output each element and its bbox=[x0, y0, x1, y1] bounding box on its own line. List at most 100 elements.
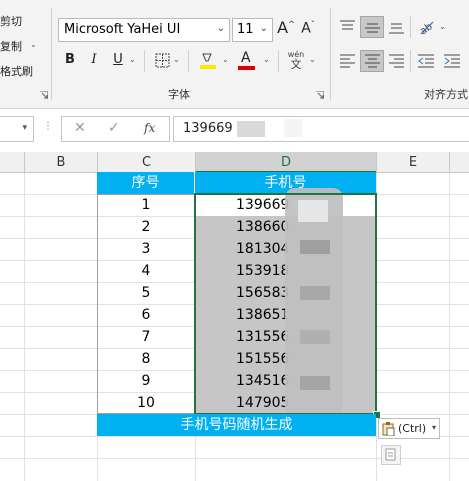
enter-check-icon[interactable]: ✓ bbox=[108, 120, 120, 136]
insert-function-button[interactable]: fx bbox=[144, 121, 155, 135]
row-index-value: 6 bbox=[141, 307, 151, 323]
font-group-label: 字体 bbox=[168, 88, 190, 101]
middle-align-button[interactable] bbox=[360, 16, 384, 38]
cell-index[interactable]: 10 bbox=[97, 392, 195, 414]
bottom-align-icon[interactable] bbox=[389, 20, 404, 34]
column-header-C[interactable]: C bbox=[97, 152, 195, 173]
align-center-button[interactable] bbox=[360, 50, 384, 72]
font-name-value: Microsoft YaHei UI bbox=[64, 22, 181, 37]
gridline bbox=[449, 173, 450, 481]
cell-index[interactable]: 9 bbox=[97, 370, 195, 392]
paste-options-button[interactable]: (Ctrl) ▾ bbox=[378, 418, 440, 439]
format-painter-label: 格式刷 bbox=[0, 65, 33, 78]
cell-index[interactable]: 3 bbox=[97, 238, 195, 260]
orientation-icon[interactable]: ab bbox=[418, 18, 436, 36]
borders-icon[interactable] bbox=[155, 53, 170, 68]
font-size-dropdown[interactable]: 11 ⌄ bbox=[232, 18, 273, 42]
toolbar-separator bbox=[410, 16, 411, 38]
align-center-icon bbox=[365, 54, 380, 68]
cell-index[interactable]: 4 bbox=[97, 260, 195, 282]
cancel-icon[interactable]: ✕ bbox=[74, 120, 86, 136]
quick-analysis-icon[interactable] bbox=[381, 445, 401, 465]
phonetic-char-icon: 文 bbox=[290, 58, 302, 71]
paste-options-label: (Ctrl) bbox=[398, 422, 427, 435]
column-letter: C bbox=[141, 155, 152, 170]
top-align-icon[interactable] bbox=[340, 20, 355, 34]
row-index-value: 1 bbox=[141, 197, 151, 213]
column-header-E[interactable]: E bbox=[376, 152, 449, 173]
table-footer[interactable]: 手机号码随机生成 bbox=[97, 414, 376, 436]
font-name-dropdown[interactable]: Microsoft YaHei UI ⌄ bbox=[58, 18, 230, 42]
blurred-region bbox=[237, 121, 265, 137]
increase-font-size-button[interactable]: A^ bbox=[277, 18, 295, 37]
phonetic-dropdown-icon[interactable]: ⌄ bbox=[309, 55, 316, 64]
cell-index[interactable]: 8 bbox=[97, 348, 195, 370]
toolbar-separator bbox=[410, 50, 411, 72]
column-letter: D bbox=[280, 155, 291, 170]
copy-button[interactable]: 复制 bbox=[0, 38, 22, 54]
middle-align-icon bbox=[365, 23, 380, 33]
format-painter-button[interactable]: 格式刷 bbox=[0, 63, 33, 79]
phonetic-guide-button[interactable]: wén 文 bbox=[287, 50, 305, 70]
formula-input[interactable]: 139669 bbox=[173, 116, 469, 142]
name-box[interactable]: ▾ bbox=[0, 116, 34, 142]
blurred-region bbox=[284, 119, 302, 137]
grow-font-letter: A bbox=[277, 18, 289, 37]
row-index-value: 9 bbox=[141, 373, 151, 389]
cell-index[interactable]: 1 bbox=[97, 194, 195, 216]
cell-index[interactable]: 7 bbox=[97, 326, 195, 348]
row-index-value: 7 bbox=[141, 329, 151, 345]
toolbar-separator bbox=[188, 50, 189, 72]
cell-index[interactable]: 5 bbox=[97, 282, 195, 304]
borders-dropdown-icon[interactable]: ⌄ bbox=[173, 55, 180, 64]
orientation-dropdown-icon[interactable]: ⌄ bbox=[439, 22, 446, 31]
column-header-F[interactable] bbox=[449, 152, 469, 173]
underline-button[interactable]: U bbox=[111, 52, 125, 67]
underline-dropdown-icon[interactable]: ⌄ bbox=[129, 55, 136, 64]
fill-color-icon[interactable] bbox=[199, 51, 217, 70]
align-left-icon[interactable] bbox=[340, 54, 355, 68]
cell-index[interactable]: 6 bbox=[97, 304, 195, 326]
italic-letter: I bbox=[91, 52, 97, 67]
column-letter: B bbox=[56, 155, 66, 170]
header-index-label: 序号 bbox=[131, 175, 160, 191]
row-index-value: 8 bbox=[141, 351, 151, 367]
toolbar-separator bbox=[144, 50, 145, 72]
font-color-button[interactable]: A bbox=[238, 50, 256, 70]
gridline bbox=[24, 173, 25, 481]
cell-index[interactable]: 2 bbox=[97, 216, 195, 238]
formula-value: 139669 bbox=[183, 121, 233, 136]
cut-button[interactable]: 剪切 bbox=[0, 13, 22, 29]
formula-bar-handle-icon: ⋮ bbox=[43, 121, 53, 132]
column-header-A[interactable] bbox=[0, 152, 24, 173]
column-letter: E bbox=[408, 155, 418, 170]
paste-options-dropdown-icon: ▾ bbox=[432, 423, 437, 432]
group-separator bbox=[330, 8, 331, 100]
column-header-B[interactable]: B bbox=[24, 152, 97, 173]
font-size-value: 11 bbox=[237, 22, 254, 37]
clipboard-icon bbox=[382, 422, 395, 436]
bold-button[interactable]: B bbox=[63, 52, 77, 67]
decrease-font-size-button[interactable]: Aˇ bbox=[300, 20, 316, 37]
font-color-dropdown-icon[interactable]: ⌄ bbox=[263, 55, 270, 64]
toolbar-separator bbox=[278, 50, 279, 72]
selection-border bbox=[194, 193, 377, 415]
clipboard-launcher-icon[interactable] bbox=[40, 91, 48, 99]
italic-button[interactable]: I bbox=[88, 52, 100, 67]
bold-letter: B bbox=[65, 52, 75, 67]
copy-dropdown-icon[interactable]: ⌄ bbox=[30, 40, 37, 49]
column-header-D[interactable]: D bbox=[195, 152, 376, 173]
name-box-dropdown-icon: ▾ bbox=[22, 123, 27, 133]
align-right-icon[interactable] bbox=[389, 54, 404, 68]
alignment-group-label: 对齐方式 bbox=[424, 88, 468, 101]
increase-indent-icon[interactable] bbox=[444, 54, 460, 68]
row-index-value: 10 bbox=[137, 395, 155, 411]
chevron-down-icon: ⌄ bbox=[259, 23, 268, 34]
decrease-indent-icon[interactable] bbox=[418, 54, 434, 68]
table-header-index[interactable]: 序号 bbox=[97, 172, 195, 194]
font-launcher-icon[interactable] bbox=[316, 91, 324, 99]
table-header-phone[interactable]: 手机号 bbox=[195, 172, 376, 194]
fill-color-dropdown-icon[interactable]: ⌄ bbox=[222, 55, 229, 64]
font-color-swatch bbox=[238, 66, 255, 70]
chevron-down-icon: ⌄ bbox=[216, 23, 225, 34]
